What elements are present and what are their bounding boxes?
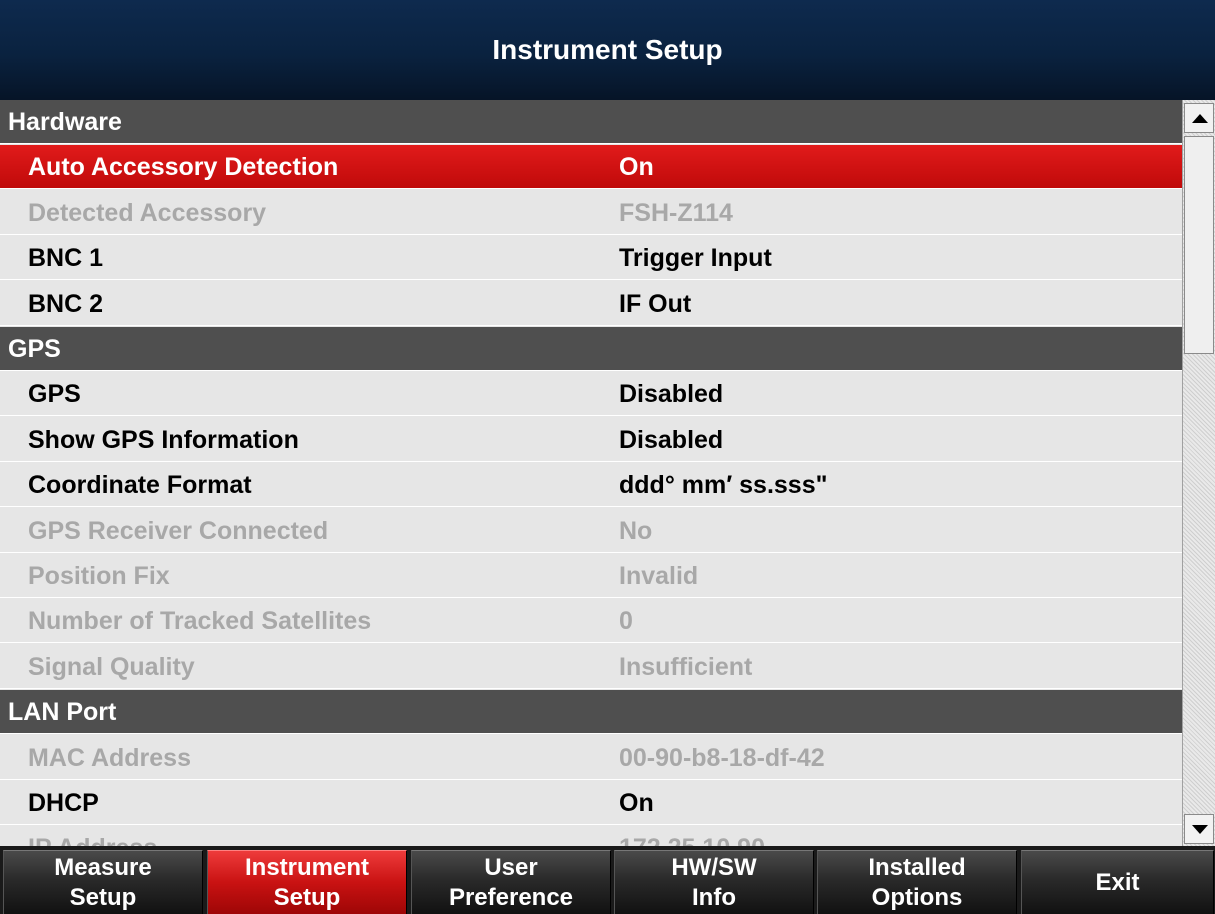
setting-label: GPS Receiver Connected [28,516,329,545]
setting-label: DHCP [28,789,99,817]
setting-label: BNC 1 [28,244,104,273]
section-header-gps: GPS [0,327,1182,371]
setting-label: BNC 2 [28,289,104,318]
setting-label: MAC Address [28,743,191,772]
section-header-lan-port: LAN Port [0,690,1182,735]
scrollbar[interactable] [1182,100,1215,846]
softkey-label-line1: HW/SW [671,853,757,881]
setting-value: Insufficient [619,652,753,681]
setting-label: Number of Tracked Satellites [28,607,372,636]
softkey-label-line1: Measure [54,853,152,881]
setting-row-signal-quality[interactable]: Signal Quality Insufficient [0,644,1182,689]
setting-value: Invalid [619,562,699,590]
section-label: Hardware [8,108,122,136]
setting-label: GPS [28,380,81,409]
arrow-up-icon [1192,114,1208,123]
softkey-user-preference[interactable]: User Preference [411,850,611,914]
setting-label: Auto Accessory Detection [28,153,339,182]
setting-row-detected-accessory[interactable]: Detected Accessory FSH-Z114 [0,190,1182,235]
settings-list: Hardware Auto Accessory Detection On Detect… [0,100,1182,846]
section-header-hardware: Hardware [0,100,1182,144]
setting-label: Coordinate Format [28,471,252,500]
softkey-measure-setup[interactable]: Measure Setup [3,850,203,914]
setting-value: 0 [619,607,633,636]
setting-value: On [619,789,654,817]
softkey-label-line2: Preference [448,883,574,911]
softkey-label-line1: Installed [868,853,966,881]
setting-value: ddd° mm′ ss.sss" [619,471,828,500]
setting-value: Disabled [619,380,724,409]
setting-value: 00-90-b8-18-df-42 [619,743,825,772]
title-bar: Instrument Setup [0,0,1215,100]
softkey-instrument-setup[interactable]: Instrument Setup [207,850,407,914]
setting-row-bnc-2[interactable]: BNC 2 IF Out [0,281,1182,326]
setting-value: No [619,516,653,545]
setting-label: Position Fix [28,562,170,590]
softkey-label-line1: User [484,853,538,881]
softkey-label-line1: Instrument [244,853,369,881]
setting-value: 172.25.10.90 [619,826,765,846]
scroll-thumb[interactable] [1184,136,1214,354]
arrow-down-icon [1192,825,1208,834]
scroll-up-button[interactable] [1184,103,1214,133]
setting-label: Detected Accessory [28,198,267,227]
softkey-bar: Measure Setup Instrument Setup User Preferenc… [0,846,1215,914]
section-label: GPS [8,335,61,363]
softkey-label-line2: Setup [273,883,341,911]
softkey-exit[interactable]: Exit [1021,850,1214,914]
softkey-installed-options[interactable]: Installed Options [817,850,1017,914]
setting-row-bnc-1[interactable]: BNC 1 Trigger Input [0,236,1182,281]
setting-row-position-fix[interactable]: Position Fix Invalid [0,554,1182,598]
setting-value: On [619,153,654,182]
setting-value: IF Out [619,289,692,318]
setting-row-auto-accessory-detection[interactable]: Auto Accessory Detection On [0,145,1182,190]
setting-row-number-of-tracked-satellites[interactable]: Number of Tracked Satellites 0 [0,599,1182,644]
page-title: Instrument Setup [492,34,723,65]
setting-label: IP Address [28,826,157,846]
setting-row-coordinate-format[interactable]: Coordinate Format ddd° mm′ ss.sss" [0,463,1182,508]
softkey-label-line2: Options [871,883,963,911]
setting-row-mac-address[interactable]: MAC Address 00-90-b8-18-df-42 [0,735,1182,780]
section-label: LAN Port [8,698,117,727]
setting-row-dhcp[interactable]: DHCP On [0,781,1182,825]
softkey-label-line2: Info [692,883,736,911]
softkey-label-line1: Exit [1095,868,1140,896]
setting-value: FSH-Z114 [619,198,733,227]
scroll-down-button[interactable] [1184,814,1214,844]
setting-label: Show GPS Information [28,425,299,454]
setting-row-gps-receiver-connected[interactable]: GPS Receiver Connected No [0,508,1182,553]
softkey-label-line2: Setup [69,883,137,911]
setting-value: Disabled [619,425,724,454]
softkey-hw-sw-info[interactable]: HW/SW Info [614,850,814,914]
setting-label: Signal Quality [28,652,195,681]
setting-row-show-gps-information[interactable]: Show GPS Information Disabled [0,417,1182,462]
setting-row-ip-address[interactable]: IP Address 172.25.10.90 [0,826,1182,846]
setting-value: Trigger Input [619,244,772,273]
setting-row-gps[interactable]: GPS Disabled [0,372,1182,417]
